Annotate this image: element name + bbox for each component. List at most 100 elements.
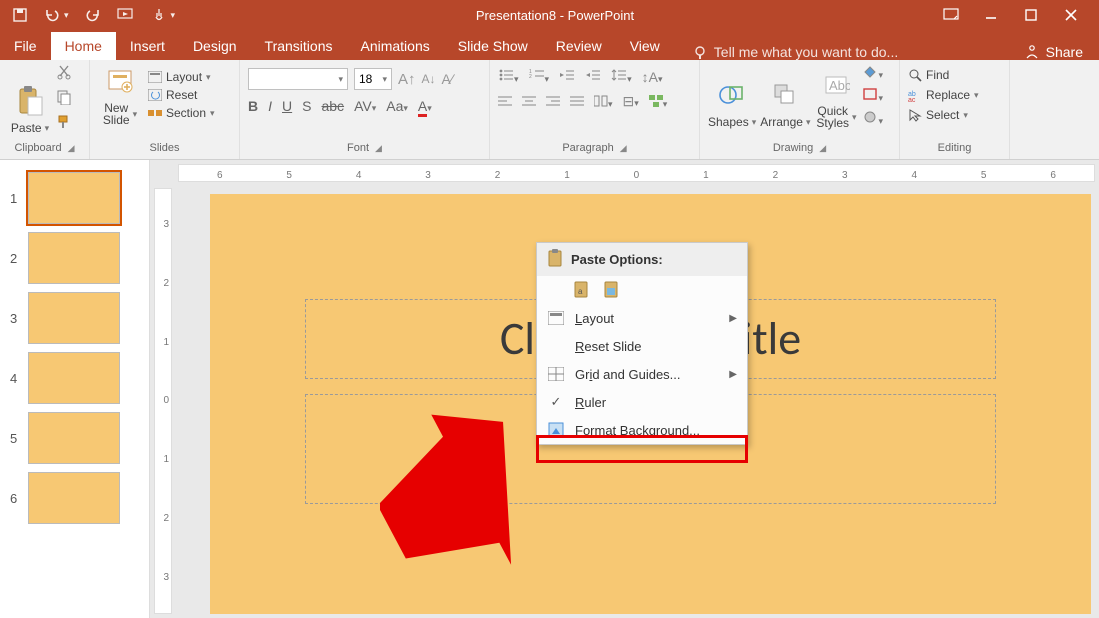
save-button[interactable] bbox=[12, 7, 28, 23]
svg-text:Abc: Abc bbox=[829, 78, 850, 93]
svg-text:2: 2 bbox=[529, 74, 532, 80]
bold-button[interactable]: B bbox=[248, 98, 258, 114]
vertical-ruler: 3210123 bbox=[154, 188, 172, 614]
char-spacing-button[interactable]: AV▾ bbox=[354, 98, 376, 114]
smartart-button[interactable]: ▾ bbox=[649, 94, 668, 110]
minimize-button[interactable] bbox=[981, 5, 1001, 25]
horizontal-ruler: 6543210123456 bbox=[178, 164, 1095, 182]
numbering-button[interactable]: 12▾ bbox=[529, 68, 550, 85]
grid-icon bbox=[547, 365, 565, 383]
tab-slideshow[interactable]: Slide Show bbox=[444, 32, 542, 60]
slide-thumbnail-panel[interactable]: 1 2 3 4 5 6 bbox=[0, 160, 150, 618]
tab-insert[interactable]: Insert bbox=[116, 32, 179, 60]
tab-home[interactable]: Home bbox=[51, 32, 116, 60]
quick-styles-button[interactable]: Abc Quick Styles▾ bbox=[814, 64, 858, 129]
format-painter-button[interactable] bbox=[56, 114, 72, 135]
font-size-select[interactable]: 18▾ bbox=[354, 68, 392, 90]
maximize-button[interactable] bbox=[1021, 5, 1041, 25]
clipboard-icon bbox=[547, 249, 563, 270]
ctx-layout[interactable]: Layout ▶ bbox=[537, 304, 747, 332]
undo-button[interactable]: ▾ bbox=[44, 7, 69, 23]
columns-button[interactable]: ▾ bbox=[594, 94, 613, 110]
shape-outline-button[interactable]: ▾ bbox=[862, 87, 883, 106]
group-font: ▾ 18▾ A↑ A↓ A∕ B I U S abc AV▾ Aa▾ A▾ Fo… bbox=[240, 60, 490, 159]
align-text-button[interactable]: ⊟▾ bbox=[623, 93, 639, 110]
align-left-button[interactable] bbox=[498, 94, 512, 110]
tab-transitions[interactable]: Transitions bbox=[251, 32, 347, 60]
clear-formatting-button[interactable]: A∕ bbox=[442, 71, 454, 87]
ctx-reset-slide[interactable]: Reset Slide bbox=[537, 332, 747, 360]
thumbnail-6[interactable]: 6 bbox=[0, 468, 149, 528]
drawing-dialog-launcher[interactable]: ◢ bbox=[819, 143, 826, 154]
copy-button[interactable] bbox=[56, 89, 72, 110]
reset-button[interactable]: Reset bbox=[148, 88, 215, 102]
font-dialog-launcher[interactable]: ◢ bbox=[375, 143, 382, 154]
close-button[interactable] bbox=[1061, 5, 1081, 25]
tab-design[interactable]: Design bbox=[179, 32, 251, 60]
group-clipboard: Paste▾ Clipboard◢ bbox=[0, 60, 90, 159]
line-spacing-button[interactable]: ▾ bbox=[611, 68, 632, 85]
justify-button[interactable] bbox=[570, 94, 584, 110]
redo-button[interactable] bbox=[85, 7, 101, 23]
ribbon-display-options[interactable] bbox=[941, 5, 961, 25]
thumbnail-1[interactable]: 1 bbox=[0, 168, 149, 228]
thumbnail-5[interactable]: 5 bbox=[0, 408, 149, 468]
format-background-icon bbox=[547, 421, 565, 439]
decrease-font-button[interactable]: A↓ bbox=[422, 72, 436, 86]
paragraph-dialog-launcher[interactable]: ◢ bbox=[620, 143, 627, 154]
group-editing: Find abacReplace▾ Select▾ Editing bbox=[900, 60, 1010, 159]
select-button[interactable]: Select▾ bbox=[908, 108, 1001, 122]
ribbon-tabstrip: File Home Insert Design Transitions Anim… bbox=[0, 30, 1099, 60]
chevron-right-icon: ▶ bbox=[729, 369, 737, 380]
bullets-button[interactable]: ▾ bbox=[498, 68, 519, 85]
section-button[interactable]: Section▾ bbox=[148, 106, 215, 120]
group-paragraph: ▾ 12▾ ▾ ↕A▾ ▾ ⊟▾ ▾ Paragraph◢ bbox=[490, 60, 700, 159]
paste-button[interactable]: Paste▾ bbox=[8, 64, 52, 135]
touch-mode-button[interactable]: ▾ bbox=[151, 7, 176, 23]
ctx-grid-guides[interactable]: Grid and Guides... ▶ bbox=[537, 360, 747, 388]
underline-button[interactable]: U bbox=[282, 98, 292, 114]
tab-view[interactable]: View bbox=[616, 32, 674, 60]
paste-option-keep-formatting[interactable]: a bbox=[537, 276, 747, 304]
share-button[interactable]: Share bbox=[1008, 44, 1099, 60]
ctx-ruler[interactable]: ✓ Ruler bbox=[537, 388, 747, 416]
thumbnail-4[interactable]: 4 bbox=[0, 348, 149, 408]
thumbnail-3[interactable]: 3 bbox=[0, 288, 149, 348]
align-center-button[interactable] bbox=[522, 94, 536, 110]
title-bar: ▾ ▾ Presentation8 - PowerPoint bbox=[0, 0, 1099, 30]
font-color-button[interactable]: A▾ bbox=[418, 98, 432, 114]
strike-button[interactable]: abc bbox=[321, 98, 344, 114]
svg-text:a: a bbox=[578, 287, 583, 296]
increase-indent-button[interactable] bbox=[585, 68, 601, 85]
find-button[interactable]: Find bbox=[908, 68, 1001, 82]
tell-me-input[interactable]: Tell me what you want to do... bbox=[674, 44, 1008, 60]
new-slide-button[interactable]: New Slide▾ bbox=[98, 64, 142, 126]
thumbnail-2[interactable]: 2 bbox=[0, 228, 149, 288]
align-right-button[interactable] bbox=[546, 94, 560, 110]
font-family-select[interactable]: ▾ bbox=[248, 68, 348, 90]
svg-text:ac: ac bbox=[908, 97, 916, 102]
shape-fill-button[interactable]: ▾ bbox=[862, 64, 883, 83]
cut-button[interactable] bbox=[56, 64, 72, 85]
tab-review[interactable]: Review bbox=[542, 32, 616, 60]
paste-option-picture[interactable] bbox=[603, 281, 621, 299]
decrease-indent-button[interactable] bbox=[559, 68, 575, 85]
present-from-start-button[interactable] bbox=[117, 7, 135, 23]
ctx-format-background[interactable]: Format Background... bbox=[537, 416, 747, 444]
replace-button[interactable]: abacReplace▾ bbox=[908, 88, 1001, 102]
text-direction-button[interactable]: ↕A▾ bbox=[642, 69, 663, 85]
tab-file[interactable]: File bbox=[0, 32, 51, 60]
clipboard-dialog-launcher[interactable]: ◢ bbox=[68, 143, 75, 154]
window-title: Presentation8 - PowerPoint bbox=[187, 8, 923, 23]
increase-font-button[interactable]: A↑ bbox=[398, 71, 416, 88]
tab-animations[interactable]: Animations bbox=[346, 32, 443, 60]
group-slides: New Slide▾ Layout▾ Reset Section▾ Slides bbox=[90, 60, 240, 159]
shape-effects-button[interactable]: ▾ bbox=[862, 110, 883, 129]
italic-button[interactable]: I bbox=[268, 98, 272, 114]
shadow-button[interactable]: S bbox=[302, 98, 311, 114]
change-case-button[interactable]: Aa▾ bbox=[386, 98, 408, 114]
arrange-button[interactable]: Arrange▾ bbox=[760, 64, 810, 129]
layout-button[interactable]: Layout▾ bbox=[148, 70, 215, 84]
shapes-button[interactable]: Shapes▾ bbox=[708, 64, 756, 129]
paste-options-header: Paste Options: bbox=[537, 243, 747, 276]
